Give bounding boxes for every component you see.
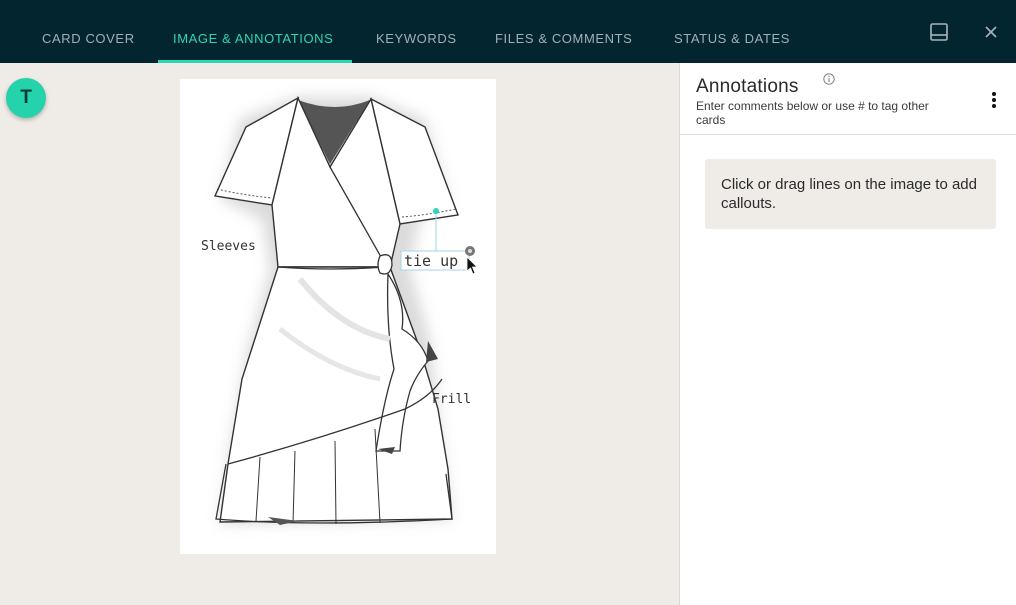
panel-layout-icon[interactable] bbox=[927, 20, 951, 44]
tie-up-label[interactable]: tie up bbox=[404, 252, 458, 270]
callout-settings-icon[interactable] bbox=[465, 246, 475, 256]
tab-image-annotations[interactable]: IMAGE & ANNOTATIONS bbox=[173, 31, 333, 46]
info-icon[interactable] bbox=[823, 72, 835, 85]
callout-anchor-handle[interactable] bbox=[433, 208, 439, 214]
dress-sketch: Sleeves Frill tie up bbox=[201, 95, 478, 525]
close-icon[interactable] bbox=[979, 20, 1003, 44]
top-bar: CARD COVER IMAGE & ANNOTATIONS KEYWORDS … bbox=[0, 0, 1016, 63]
annotations-subtitle: Enter comments below or use # to tag oth… bbox=[696, 99, 929, 127]
callout-hint: Click or drag lines on the image to add … bbox=[705, 159, 996, 229]
annotations-header: Annotations Enter comments below or use … bbox=[680, 63, 1016, 135]
user-avatar[interactable]: T bbox=[6, 78, 46, 118]
tab-card-cover[interactable]: CARD COVER bbox=[42, 31, 135, 46]
annotation-image-canvas[interactable]: Sleeves Frill tie up bbox=[180, 79, 496, 554]
annotations-panel: Annotations Enter comments below or use … bbox=[679, 63, 1016, 605]
annotations-title: Annotations bbox=[696, 76, 799, 97]
frill-label: Frill bbox=[432, 392, 471, 407]
tab-files-comments[interactable]: FILES & COMMENTS bbox=[495, 31, 632, 46]
more-options-icon[interactable] bbox=[984, 89, 1004, 111]
tab-status-dates[interactable]: STATUS & DATES bbox=[674, 31, 790, 46]
sleeves-label: Sleeves bbox=[201, 239, 256, 254]
mouse-cursor-icon bbox=[466, 256, 478, 275]
tab-keywords[interactable]: KEYWORDS bbox=[376, 31, 457, 46]
